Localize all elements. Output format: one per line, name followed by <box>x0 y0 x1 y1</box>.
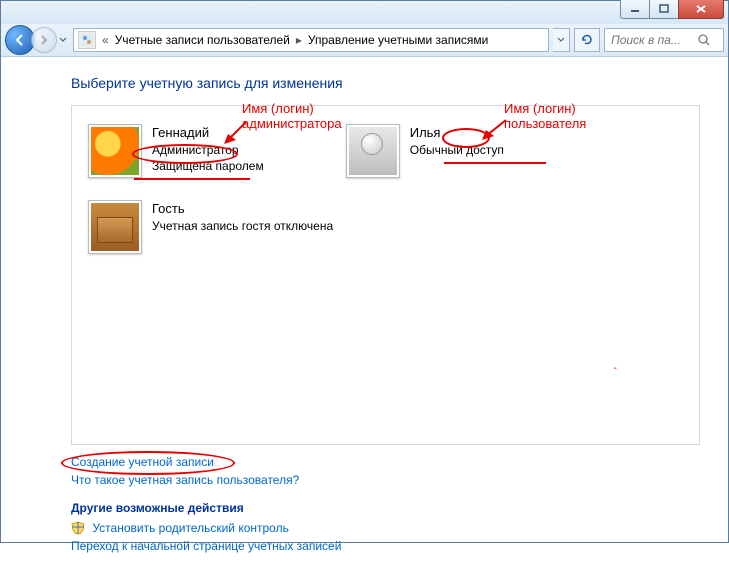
parental-control-link[interactable]: Установить родительский контроль <box>92 521 289 535</box>
accounts-panel: Имя (логин)администратора Имя (логин)пол… <box>71 105 700 445</box>
search-input[interactable] <box>609 32 693 48</box>
page-title: Выберите учетную запись для изменения <box>71 75 700 91</box>
account-name: Гость <box>152 200 333 218</box>
nav-row: « Учетные записи пользователей ▸ Управле… <box>1 24 728 57</box>
chevron-down-icon <box>59 37 67 43</box>
search-icon <box>697 33 711 47</box>
close-icon <box>695 4 707 14</box>
arrow-left-icon <box>13 33 27 47</box>
window-controls <box>621 0 724 19</box>
chevron-right-icon: « <box>102 33 109 47</box>
create-account-link[interactable]: Создание учетной записи <box>71 455 214 469</box>
refresh-icon <box>580 33 594 47</box>
goto-start-link[interactable]: Переход к начальной странице учетных зап… <box>71 539 341 553</box>
maximize-icon <box>659 4 669 14</box>
close-button[interactable] <box>678 0 724 19</box>
robot-icon <box>349 127 397 175</box>
avatar <box>88 124 142 178</box>
suitcase-icon <box>91 203 139 251</box>
annotation-underline <box>134 178 250 180</box>
account-status: Защищена паролем <box>152 158 264 174</box>
breadcrumb-item[interactable]: Учетные записи пользователей <box>115 33 290 47</box>
links-section: Создание учетной записи Что такое учетна… <box>71 455 700 553</box>
forward-button[interactable] <box>31 27 57 53</box>
account-info: Илья Обычный доступ <box>410 124 504 158</box>
account-name: Илья <box>410 124 504 142</box>
account-role: Администратор <box>152 142 264 158</box>
address-bar[interactable]: « Учетные записи пользователей ▸ Управле… <box>73 28 549 52</box>
address-dropdown[interactable] <box>553 28 570 52</box>
account-role: Учетная запись гостя отключена <box>152 218 333 234</box>
search-box[interactable] <box>604 28 724 52</box>
account-guest[interactable]: Гость Учетная запись гостя отключена <box>88 200 333 254</box>
account-gennady[interactable]: Геннадий Администратор Защищена паролем <box>88 124 264 178</box>
flower-icon <box>91 127 139 175</box>
chevron-right-icon: ▸ <box>296 33 302 47</box>
other-actions-title: Другие возможные действия <box>71 501 700 515</box>
account-name: Геннадий <box>152 124 264 142</box>
minimize-button[interactable] <box>620 0 650 19</box>
what-is-account-link[interactable]: Что такое учетная запись пользователя? <box>71 473 299 487</box>
history-dropdown[interactable] <box>57 28 69 52</box>
shield-icon <box>71 521 85 535</box>
avatar <box>346 124 400 178</box>
account-row: Гость Учетная запись гостя отключена <box>88 200 683 254</box>
breadcrumb-item[interactable]: Управление учетными записями <box>308 33 488 47</box>
account-info: Гость Учетная запись гостя отключена <box>152 200 333 234</box>
titlebar <box>1 1 728 24</box>
arrow-right-icon <box>39 35 49 45</box>
account-info: Геннадий Администратор Защищена паролем <box>152 124 264 174</box>
account-ilya[interactable]: Илья Обычный доступ <box>346 124 504 178</box>
minimize-icon <box>630 4 640 14</box>
window: « Учетные записи пользователей ▸ Управле… <box>0 0 729 543</box>
chevron-down-icon <box>557 37 565 43</box>
account-role: Обычный доступ <box>410 142 504 158</box>
account-row: Геннадий Администратор Защищена паролем … <box>88 124 683 178</box>
avatar <box>88 200 142 254</box>
content-area: Выберите учетную запись для изменения Им… <box>1 57 728 567</box>
annotation-mark: - <box>614 363 617 374</box>
maximize-button[interactable] <box>649 0 679 19</box>
refresh-button[interactable] <box>574 28 600 52</box>
control-panel-icon <box>78 31 96 49</box>
nav-buttons <box>5 25 69 55</box>
